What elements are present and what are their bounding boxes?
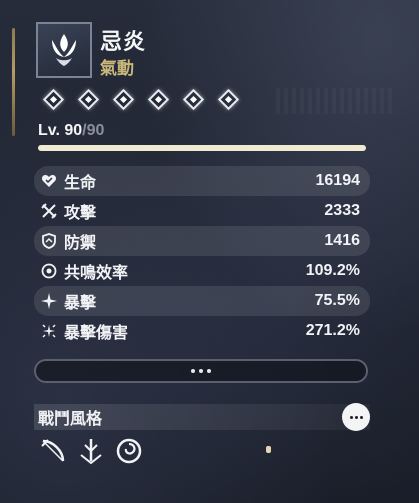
combat-style-title: 戰鬥風格 xyxy=(38,411,103,428)
sword-down-icon[interactable] xyxy=(76,436,106,466)
stat-row-crit-rate: 暴擊 75.5% xyxy=(34,286,370,316)
sword-icon xyxy=(40,202,58,220)
accent-line xyxy=(12,28,15,136)
level-text: Lv. 90/90 xyxy=(38,122,104,140)
stat-label: 共鳴效率 xyxy=(64,265,129,282)
stat-value: 109.2% xyxy=(305,262,360,279)
stat-row-hp: 生命 16194 xyxy=(34,166,370,196)
character-name: 忌炎 xyxy=(100,29,147,54)
shield-icon xyxy=(40,232,58,250)
combat-style-header: 戰鬥風格 xyxy=(34,404,370,430)
level-max: 90 xyxy=(86,122,105,139)
combat-style-more-button[interactable] xyxy=(342,403,370,431)
crit-damage-icon xyxy=(40,322,58,340)
weapon-type: 氣動 xyxy=(100,59,134,78)
stat-row-crit-damage: 暴擊傷害 271.2% xyxy=(34,316,370,346)
sparkle-decoration xyxy=(276,88,396,114)
stat-label: 暴擊傷害 xyxy=(64,325,129,342)
stat-value: 2333 xyxy=(324,202,360,219)
stat-label: 防禦 xyxy=(64,235,97,252)
chain-node-icon xyxy=(42,88,65,111)
chain-node-icon xyxy=(182,88,205,111)
stat-value: 1416 xyxy=(324,232,360,249)
swirl-icon[interactable] xyxy=(114,436,144,466)
aero-element-icon xyxy=(36,22,92,78)
more-stats-button[interactable] xyxy=(34,359,368,383)
stat-value: 271.2% xyxy=(305,322,360,339)
stat-row-atk: 攻擊 2333 xyxy=(34,196,370,226)
resonance-chain xyxy=(42,88,240,111)
energy-icon xyxy=(40,262,58,280)
level-progress-fill xyxy=(38,145,366,151)
level-current: 90 xyxy=(64,122,83,139)
stat-label: 生命 xyxy=(64,175,97,192)
chain-node-icon xyxy=(77,88,100,111)
stats-list: 生命 16194 攻擊 2333 防禦 1416 共鳴效率 109.2% 暴擊 … xyxy=(34,166,370,346)
chain-node-icon xyxy=(112,88,135,111)
level-progress-bar xyxy=(38,145,366,151)
stat-label: 攻擊 xyxy=(64,205,97,222)
bow-icon[interactable] xyxy=(38,436,68,466)
stat-value: 75.5% xyxy=(314,292,360,309)
speck-decoration xyxy=(266,446,271,453)
ellipsis-icon xyxy=(349,415,363,419)
stat-row-energy-regen: 共鳴效率 109.2% xyxy=(34,256,370,286)
level-prefix: Lv. xyxy=(38,122,65,139)
stat-value: 16194 xyxy=(315,172,361,189)
ellipsis-icon xyxy=(191,369,211,373)
heart-icon xyxy=(40,172,58,190)
stat-label: 暴擊 xyxy=(64,295,97,312)
stat-row-def: 防禦 1416 xyxy=(34,226,370,256)
chain-node-icon xyxy=(217,88,240,111)
crit-icon xyxy=(40,292,58,310)
combat-style-icons xyxy=(38,436,144,466)
chain-node-icon xyxy=(147,88,170,111)
